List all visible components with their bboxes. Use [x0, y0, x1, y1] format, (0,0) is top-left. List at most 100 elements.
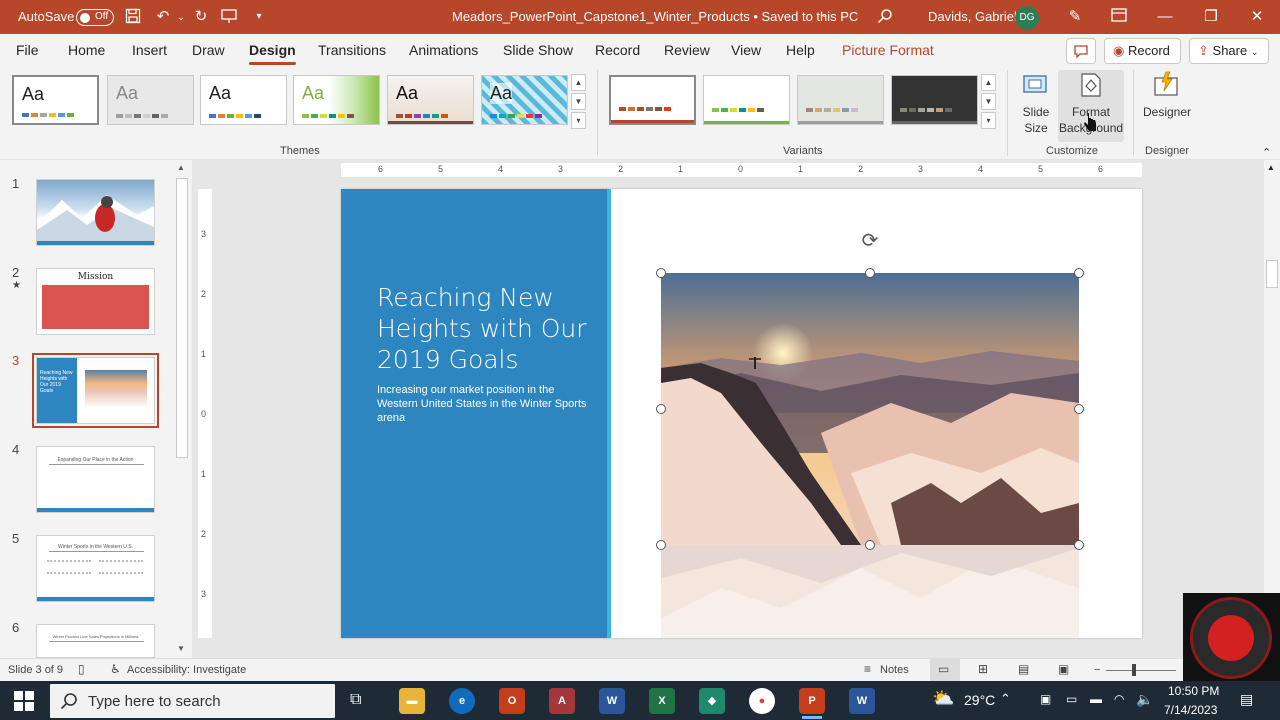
slide-subtitle[interactable]: Increasing our market position in the We… [377, 383, 587, 425]
record-button[interactable]: ◉ Record [1104, 38, 1181, 64]
windows-start-icon[interactable] [14, 691, 34, 714]
document-title[interactable]: Meadors_PowerPoint_Capstone1_Winter_Prod… [452, 9, 858, 24]
zoom-out-icon[interactable]: − [1094, 664, 1100, 676]
wifi-icon[interactable]: ◠ [1114, 692, 1124, 706]
scroll-up-icon[interactable]: ▲ [177, 163, 185, 172]
tab-help[interactable]: Help [786, 42, 815, 58]
tab-slide-show[interactable]: Slide Show [503, 42, 573, 58]
tab-draw[interactable]: Draw [192, 42, 225, 58]
slide-title[interactable]: Reaching New Heights with Our 2019 Goals [377, 282, 597, 375]
presentation-icon[interactable] [220, 8, 238, 26]
undo-dropdown-icon[interactable]: ⌄ [172, 8, 190, 26]
resize-handle-bc[interactable] [865, 540, 875, 550]
ribbon-display-icon[interactable] [1110, 8, 1128, 26]
resize-handle-tl[interactable] [656, 268, 666, 278]
clock-time[interactable]: 10:50 PM [1168, 684, 1219, 698]
file-explorer-icon[interactable]: ▬ [399, 688, 425, 714]
slide-thumbnail-3[interactable]: Reaching New Heights with Our 2019 Goals [32, 353, 159, 428]
slide-thumbnail-1[interactable] [36, 179, 155, 246]
theme-gray[interactable]: Aa [107, 75, 194, 125]
notes-icon[interactable]: ≡ [864, 662, 871, 676]
tab-picture-format[interactable]: Picture Format [842, 42, 934, 58]
accessibility-icon[interactable]: ♿ [110, 662, 121, 676]
excel-icon[interactable]: X [649, 688, 675, 714]
avatar[interactable]: DG [1015, 6, 1039, 30]
variant-1[interactable] [609, 75, 696, 125]
more-icon[interactable]: ▾ [981, 112, 996, 129]
edge-browser-icon[interactable]: e [449, 688, 475, 714]
pen-icon[interactable]: ✎ [1066, 8, 1084, 26]
screen-recorder-overlay[interactable] [1183, 593, 1280, 681]
autosave-toggle[interactable]: Off [76, 9, 114, 26]
scroll-up-icon[interactable]: ▲ [1267, 163, 1275, 172]
access-icon[interactable]: A [549, 688, 575, 714]
chevron-down-icon[interactable]: ⌄ [820, 9, 828, 20]
tab-animations[interactable]: Animations [409, 42, 478, 58]
search-icon[interactable] [876, 8, 894, 26]
rotate-handle-icon[interactable]: ⟳ [858, 229, 882, 253]
slide-sorter-icon[interactable]: ⊞ [978, 662, 988, 676]
redo-icon[interactable]: ↻ [192, 8, 210, 26]
theme-white[interactable]: Aa [200, 75, 287, 125]
collapse-ribbon-icon[interactable]: ⌃ [1262, 146, 1271, 159]
accessibility-status[interactable]: Accessibility: Investigate [127, 664, 246, 676]
slide-size-button[interactable]: Slide Size [1014, 70, 1058, 136]
slide-thumbnail-2[interactable]: Mission [36, 268, 155, 335]
weather-icon[interactable]: ⛅ [932, 688, 954, 709]
resize-handle-bl[interactable] [656, 540, 666, 550]
customize-qat-icon[interactable]: ▾ [250, 8, 268, 26]
resize-handle-tc[interactable] [865, 268, 875, 278]
clock-date[interactable]: 7/14/2023 [1164, 703, 1217, 717]
slide-thumbnail-4[interactable]: Expanding Our Place in the Action [36, 446, 155, 513]
user-name[interactable]: Davids, Gabriel [928, 9, 1017, 24]
zoom-slider-thumb[interactable] [1132, 664, 1136, 676]
scrollbar-thumb[interactable] [176, 178, 188, 458]
undo-icon[interactable]: ↶ [154, 8, 172, 26]
scrollbar-thumb[interactable] [1266, 260, 1278, 288]
comments-button[interactable] [1066, 38, 1096, 64]
notifications-icon[interactable]: ▤ [1240, 691, 1253, 708]
restore-icon[interactable]: ❐ [1188, 0, 1234, 34]
scroll-up-icon[interactable]: ▲ [981, 74, 996, 91]
temperature[interactable]: 29°C [964, 692, 995, 708]
resize-handle-br[interactable] [1074, 540, 1084, 550]
editor-scrollbar[interactable]: ▲ [1264, 160, 1280, 658]
powerpoint-icon[interactable]: P [799, 688, 825, 714]
tab-file[interactable]: File [16, 42, 39, 58]
scroll-up-icon[interactable]: ▲ [571, 74, 586, 91]
resize-handle-mr[interactable] [1074, 404, 1084, 414]
slide-thumbnail-5[interactable]: Winter Sports in the Western U.S. [36, 535, 155, 602]
designer-button[interactable]: Designer [1140, 70, 1194, 120]
theme-pattern[interactable]: Aa [481, 75, 568, 125]
tray-power-icon[interactable]: ▬ [1090, 692, 1102, 706]
tab-home[interactable]: Home [68, 42, 105, 58]
scroll-down-icon[interactable]: ▼ [177, 644, 185, 653]
share-button[interactable]: ⇪ Share ⌄ [1189, 38, 1269, 64]
theme-office[interactable]: Aa [12, 75, 99, 125]
tab-transitions[interactable]: Transitions [318, 42, 386, 58]
slide-canvas[interactable]: Reaching New Heights with Our 2019 Goals… [341, 189, 1142, 638]
variant-3[interactable] [797, 75, 884, 125]
tray-battery-icon[interactable]: ▭ [1066, 692, 1077, 706]
notes-button[interactable]: Notes [880, 664, 909, 676]
resize-handle-ml[interactable] [656, 404, 666, 414]
word-icon[interactable]: W [599, 688, 625, 714]
tray-network-icon[interactable]: ▣ [1040, 692, 1051, 706]
tab-record[interactable]: Record [595, 42, 640, 58]
tab-insert[interactable]: Insert [132, 42, 167, 58]
volume-icon[interactable]: 🔈 [1136, 691, 1153, 708]
mountain-sunset-photo[interactable] [661, 273, 1079, 545]
taskbar-search-box[interactable]: Type here to search [50, 684, 335, 718]
chrome-icon[interactable]: ● [749, 688, 775, 714]
app-icon[interactable]: ◆ [699, 688, 725, 714]
reading-view-icon[interactable]: ▤ [1018, 662, 1029, 676]
close-icon[interactable]: ✕ [1234, 0, 1280, 34]
theme-wood[interactable]: Aa [387, 75, 474, 125]
slideshow-view-icon[interactable]: ▣ [1058, 662, 1069, 676]
task-view-icon[interactable]: ⧉ [350, 691, 361, 709]
zoom-slider[interactable] [1106, 670, 1176, 671]
theme-green[interactable]: Aa [293, 75, 380, 125]
scroll-down-icon[interactable]: ▼ [571, 93, 586, 110]
slide-thumbnail-6[interactable]: Winter Product Line Sales Projections in… [36, 624, 155, 658]
save-icon[interactable] [124, 8, 142, 26]
